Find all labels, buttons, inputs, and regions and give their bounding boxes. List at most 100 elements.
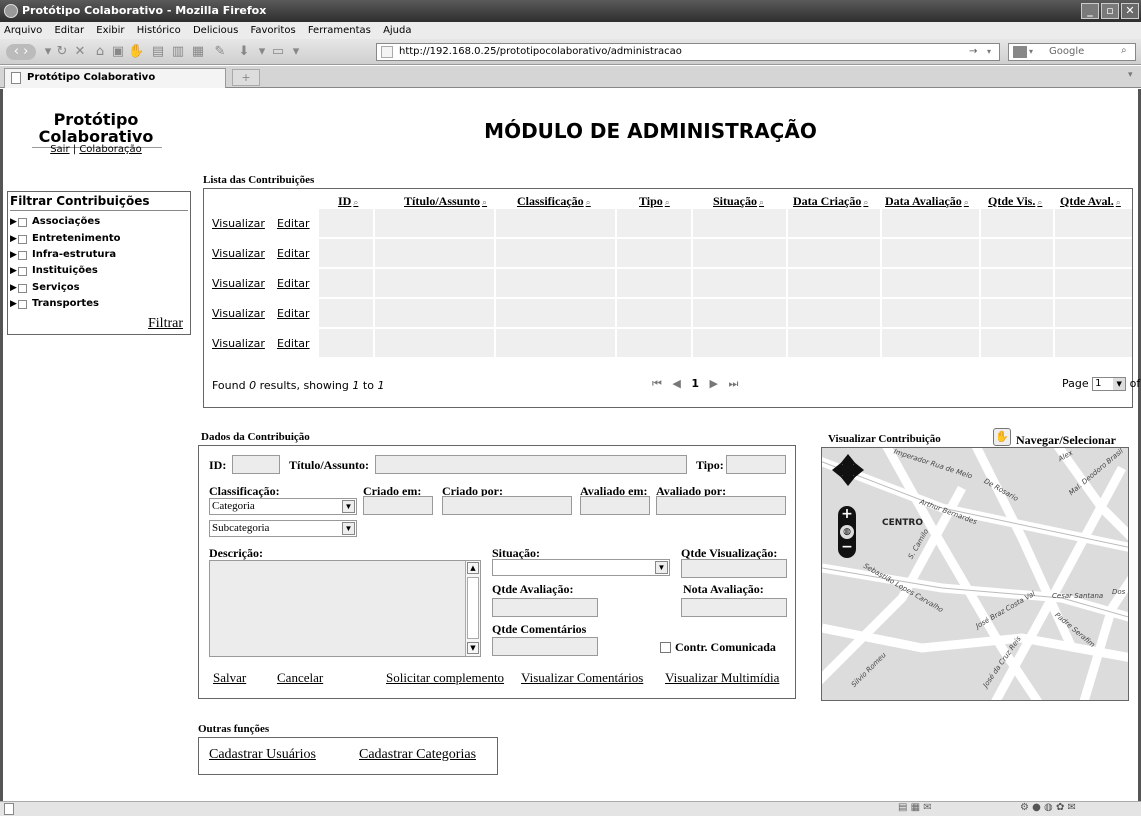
download-icon[interactable]: ⬇ xyxy=(236,44,252,60)
menu-ajuda[interactable]: Ajuda xyxy=(383,25,411,36)
editar-link[interactable]: Editar xyxy=(277,247,310,260)
situacao-select[interactable]: ▼ xyxy=(492,559,670,576)
menu-favoritos[interactable]: Favoritos xyxy=(251,25,296,36)
checkbox[interactable] xyxy=(18,218,27,227)
visualizar-link[interactable]: Visualizar xyxy=(212,247,265,260)
expand-icon[interactable]: ▶ xyxy=(10,234,17,244)
prev-page-icon[interactable]: ◀ xyxy=(672,377,680,390)
url-bar[interactable]: http://192.168.0.25/prototipocolaborativ… xyxy=(376,43,1000,61)
menu-exibir[interactable]: Exibir xyxy=(96,25,124,36)
navegar-selecionar-label[interactable]: Navegar/Selecionar xyxy=(1016,433,1116,448)
globe-icon[interactable]: ◍ xyxy=(840,525,854,539)
contr-comunicada-checkbox[interactable] xyxy=(660,642,671,653)
tab-prototipo[interactable]: Protótipo Colaborativo xyxy=(4,68,226,88)
back-forward-icon[interactable]: ‹ › xyxy=(6,44,36,60)
screenshot-icon[interactable]: ▣ xyxy=(110,44,126,60)
col-id[interactable]: ID ⌕ xyxy=(338,194,358,209)
cadastrar-usuarios-link[interactable]: Cadastrar Usuários xyxy=(209,747,316,763)
visualizar-link[interactable]: Visualizar xyxy=(212,307,265,320)
scroll-thumb[interactable] xyxy=(467,577,479,639)
toolbar-icon-2[interactable]: ▥ xyxy=(170,44,186,60)
hand-pan-icon[interactable]: ✋ xyxy=(993,428,1011,446)
colaboracao-link[interactable]: Colaboração xyxy=(79,144,141,155)
solicitar-complemento-link[interactable]: Solicitar complemento xyxy=(386,670,504,686)
editar-link[interactable]: Editar xyxy=(277,307,310,320)
stop-icon[interactable]: ✕ xyxy=(72,44,88,60)
search-icon[interactable]: ⌕ xyxy=(1121,43,1127,59)
page-menu-icon-2[interactable]: ▾ xyxy=(288,44,304,60)
expand-icon[interactable]: ▶ xyxy=(10,266,17,276)
page-icon[interactable]: ▭ xyxy=(270,44,286,60)
map-view[interactable]: Imperador Rua de Melo De Rosario Mal. De… xyxy=(821,447,1129,701)
col-qtde-vis[interactable]: Qtde Vis. ⌕ xyxy=(988,194,1042,209)
menu-arquivo[interactable]: Arquivo xyxy=(4,25,42,36)
checkbox[interactable] xyxy=(18,284,27,293)
reload-icon[interactable]: ↻ xyxy=(54,44,70,60)
descricao-textarea[interactable]: ▲ ▼ xyxy=(209,560,481,657)
pan-control[interactable] xyxy=(832,454,864,486)
filtrar-button[interactable]: Filtrar xyxy=(148,316,183,332)
categoria-select[interactable]: Categoria ▼ xyxy=(209,498,357,515)
qtde-avaliacao-field[interactable] xyxy=(492,598,598,617)
col-classificacao[interactable]: Classificação ⌕ xyxy=(517,194,591,209)
pan-arrows-icon[interactable] xyxy=(832,454,864,486)
visualizar-link[interactable]: Visualizar xyxy=(212,337,265,350)
expand-icon[interactable]: ▶ xyxy=(10,217,17,227)
qtde-comentarios-field[interactable] xyxy=(492,637,598,656)
expand-icon[interactable]: ▶ xyxy=(10,250,17,260)
zoom-in-icon[interactable]: + xyxy=(838,507,856,521)
visualizar-link[interactable]: Visualizar xyxy=(212,277,265,290)
col-situacao[interactable]: Situação ⌕ xyxy=(713,194,764,209)
titulo-field[interactable] xyxy=(375,455,687,474)
category-instituicoes[interactable]: ▶ Instituições xyxy=(10,265,98,276)
search-engine-dropdown-icon[interactable]: ▾ xyxy=(1029,44,1033,60)
checkbox[interactable] xyxy=(18,300,27,309)
criado-por-field[interactable] xyxy=(442,496,572,515)
col-qtde-aval[interactable]: Qtde Aval. ⌕ xyxy=(1060,194,1121,209)
checkbox[interactable] xyxy=(18,251,27,260)
toolbar-icon-1[interactable]: ▤ xyxy=(150,44,166,60)
visualizar-comentarios-link[interactable]: Visualizar Comentários xyxy=(521,670,643,686)
close-button[interactable]: ✕ xyxy=(1121,3,1139,19)
scroll-up-icon[interactable]: ▲ xyxy=(467,562,479,574)
page-select[interactable]: 1 ▼ xyxy=(1092,377,1127,391)
cadastrar-categorias-link[interactable]: Cadastrar Categorias xyxy=(359,747,476,763)
id-field[interactable] xyxy=(232,455,280,474)
menu-ferramentas[interactable]: Ferramentas xyxy=(308,25,371,36)
page-menu-icon[interactable]: ▾ xyxy=(254,44,270,60)
criado-em-field[interactable] xyxy=(363,496,433,515)
editar-link[interactable]: Editar xyxy=(277,337,310,350)
hand-icon[interactable]: ✋ xyxy=(128,44,144,60)
go-arrow-icon[interactable]: → xyxy=(969,44,977,60)
scroll-down-icon[interactable]: ▼ xyxy=(467,642,479,654)
subcategoria-select[interactable]: Subcategoria ▼ xyxy=(209,520,357,537)
scrollbar[interactable]: ▲ ▼ xyxy=(465,561,480,656)
sair-link[interactable]: Sair xyxy=(50,144,69,155)
menu-editar[interactable]: Editar xyxy=(54,25,84,36)
checkbox[interactable] xyxy=(18,235,27,244)
cancelar-button[interactable]: Cancelar xyxy=(277,670,323,686)
expand-icon[interactable]: ▶ xyxy=(10,299,17,309)
menu-historico[interactable]: Histórico xyxy=(137,25,181,36)
qtde-visualizacao-field[interactable] xyxy=(681,559,787,578)
category-associacoes[interactable]: ▶ Associações xyxy=(10,216,100,227)
editar-link[interactable]: Editar xyxy=(277,277,310,290)
category-infraestrutura[interactable]: ▶ Infra-estrutura xyxy=(10,249,116,260)
last-page-icon[interactable]: ⏭ xyxy=(729,377,739,390)
category-entretenimento[interactable]: ▶ Entretenimento xyxy=(10,233,121,244)
status-tray-icons[interactable]: ⚙ ● ◍ ✿ ✉ xyxy=(1020,802,1076,813)
col-titulo[interactable]: Título/Assunto ⌕ xyxy=(404,194,487,209)
tag-icon[interactable]: ✎ xyxy=(212,44,228,60)
editar-link[interactable]: Editar xyxy=(277,217,310,230)
minimize-button[interactable]: _ xyxy=(1081,3,1099,19)
visualizar-link[interactable]: Visualizar xyxy=(212,217,265,230)
tab-list-icon[interactable]: ▾ xyxy=(1128,70,1133,80)
category-servicos[interactable]: ▶ Serviços xyxy=(10,282,80,293)
avaliado-em-field[interactable] xyxy=(580,496,650,515)
tipo-field[interactable] xyxy=(726,455,786,474)
col-data-avaliacao[interactable]: Data Avaliação ⌕ xyxy=(885,194,969,209)
checkbox[interactable] xyxy=(18,267,27,276)
first-page-icon[interactable]: ⏮ xyxy=(652,377,662,390)
category-transportes[interactable]: ▶ Transportes xyxy=(10,298,99,309)
col-data-criacao[interactable]: Data Criação ⌕ xyxy=(793,194,868,209)
